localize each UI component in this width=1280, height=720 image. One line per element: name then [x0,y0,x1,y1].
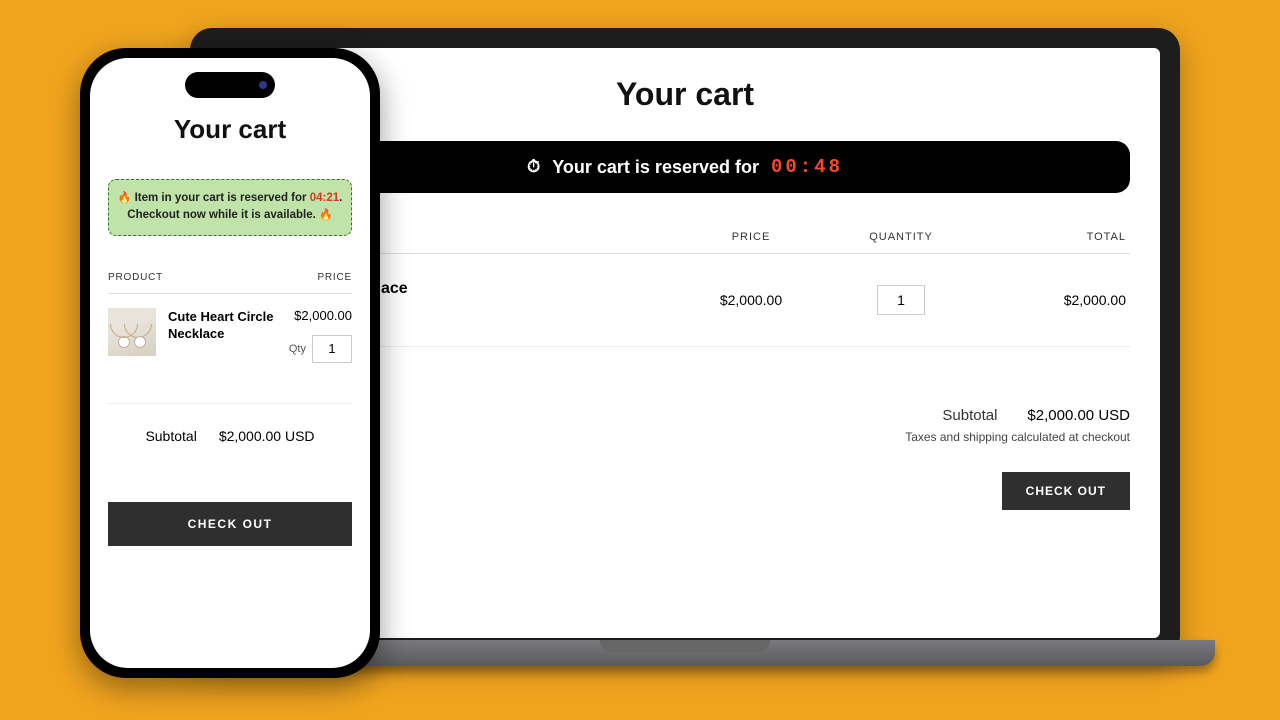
page-title: Your cart [108,114,352,145]
checkout-button[interactable]: CHECK OUT [108,502,352,546]
reservation-banner: 🔥 Item in your cart is reserved for 04:2… [108,179,352,236]
subtotal-row: Subtotal $2,000.00 USD [108,428,352,444]
checkout-button[interactable]: CHECK OUT [1002,472,1130,510]
qty-label: Qty [289,343,306,355]
fire-icon: 🔥 [118,192,132,204]
line-price: $2,000.00 [676,292,826,308]
countdown-timer: 00:48 [771,156,843,178]
line-total: $2,000.00 [976,292,1126,308]
phone-device-frame: Your cart 🔥 Item in your cart is reserve… [80,48,380,678]
header-price: PRICE [317,272,352,283]
laptop-notch [600,640,770,652]
stopwatch-icon: ⏱ [527,157,540,177]
line-price: $2,000.00 [294,308,352,323]
camera-dot [259,81,267,89]
subtotal-value: $2,000.00 USD [219,428,315,444]
banner-text: Your cart is reserved for [552,157,759,178]
quantity-input[interactable] [877,285,925,315]
quantity-input[interactable] [312,335,352,363]
fire-icon: 🔥 [319,209,333,221]
subtotal-label: Subtotal [942,407,997,424]
dynamic-island [185,72,275,98]
product-thumbnail[interactable] [108,308,156,356]
header-quantity: QUANTITY [826,231,976,243]
banner-text-pre: Item in your cart is reserved for [135,192,307,204]
product-name: Cute Heart Circle Necklace [168,308,277,343]
subtotal-label: Subtotal [145,428,196,444]
banner-text-post: Checkout now while it is available. [127,209,316,221]
header-price: PRICE [676,231,826,243]
countdown-timer: 04:21 [310,192,339,204]
mobile-cart-screen: Your cart 🔥 Item in your cart is reserve… [90,58,370,668]
cart-line-item: Cute Heart Circle Necklace $2,000.00 Qty [108,308,352,404]
header-total: TOTAL [976,231,1126,243]
table-header-row: PRODUCT PRICE [108,272,352,294]
quantity-cell [826,285,976,315]
header-product: PRODUCT [108,272,163,283]
subtotal-value: $2,000.00 USD [1027,407,1130,424]
